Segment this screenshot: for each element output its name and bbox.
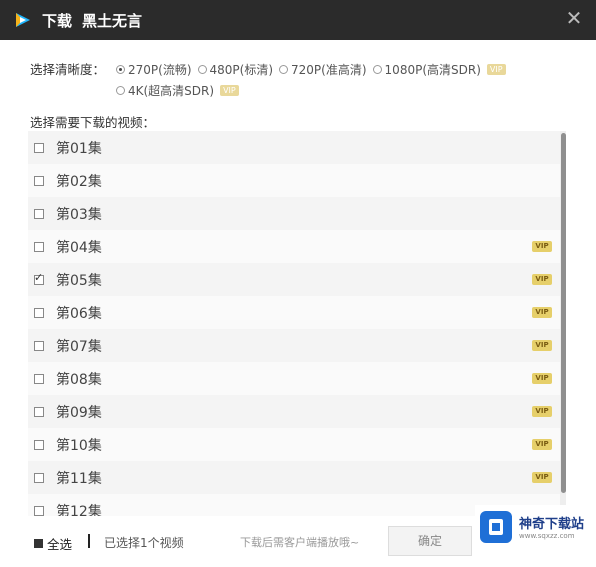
radio-icon xyxy=(279,65,289,74)
footer-divider xyxy=(88,534,90,548)
close-icon[interactable]: ✕ xyxy=(562,6,586,30)
radio-icon xyxy=(197,65,207,74)
episode-checkbox[interactable] xyxy=(34,241,44,252)
vip-badge: VIP xyxy=(532,373,552,384)
quality-option[interactable]: 480P(标清) xyxy=(197,61,274,78)
list-item[interactable]: 第08集 VIP xyxy=(28,362,560,395)
quality-options-row-1: 270P(流畅) 480P(标清) 720P(准高清) 1080P(高清SDR) VIP xyxy=(116,61,512,78)
episode-checkbox[interactable] xyxy=(34,373,44,384)
vip-badge: VIP xyxy=(532,274,552,285)
quality-option-label: 270P(流畅) xyxy=(128,63,192,77)
episode-label: 第10集 xyxy=(56,437,102,454)
radio-icon xyxy=(116,86,125,95)
window-title: 下载 黑土无言 xyxy=(42,10,142,31)
list-item[interactable]: 第04集 VIP xyxy=(28,230,560,263)
quality-label: 选择清晰度： xyxy=(30,62,106,77)
quality-option[interactable]: 4K(超高清SDR) VIP xyxy=(116,82,239,99)
select-all-box-icon xyxy=(34,539,43,548)
vip-badge: VIP xyxy=(532,340,552,351)
episode-checkbox[interactable] xyxy=(34,142,44,153)
list-item[interactable]: 第09集 VIP xyxy=(28,395,560,428)
episode-label: 第03集 xyxy=(56,206,102,223)
radio-icon xyxy=(116,65,125,74)
title-bar: 下载 黑土无言 ✕ xyxy=(0,0,596,40)
quality-option-label: 480P(标清) xyxy=(209,63,274,77)
list-item[interactable]: 第03集 xyxy=(28,197,560,230)
episode-label: 第11集 xyxy=(56,470,102,487)
window-title-prefix: 下载 xyxy=(42,12,73,30)
confirm-button[interactable]: 确定 xyxy=(388,526,472,556)
list-item[interactable]: 第11集 VIP xyxy=(28,461,560,494)
quality-option[interactable]: 720P(准高清) xyxy=(279,61,367,78)
list-item[interactable]: 第06集 VIP xyxy=(28,296,560,329)
site-logo-icon xyxy=(480,511,512,543)
watermark: 神奇下载站 www.sqxzz.com xyxy=(475,505,591,549)
episode-label: 第09集 xyxy=(56,404,102,421)
quality-options-row-2: 4K(超高清SDR) VIP xyxy=(116,82,245,99)
episode-label: 第07集 xyxy=(56,338,102,355)
episode-list: 第01集第02集第03集第04集 VIP 第05集 VIP 第06集 VIP 第07集 VIP… xyxy=(28,131,560,516)
quality-option-label: 4K(超高清SDR) xyxy=(128,84,215,98)
vip-badge: VIP xyxy=(532,241,552,252)
episode-checkbox[interactable] xyxy=(34,208,44,219)
radio-icon xyxy=(372,65,382,74)
vip-badge: VIP xyxy=(532,406,552,417)
scrollbar-thumb[interactable] xyxy=(561,133,566,493)
episode-checkbox[interactable] xyxy=(34,439,44,450)
site-name: 神奇下载站 xyxy=(519,517,585,532)
list-item[interactable]: 第10集 VIP xyxy=(28,428,560,461)
quality-option[interactable]: 1080P(高清SDR) VIP xyxy=(372,61,506,78)
vip-badge: VIP xyxy=(532,472,552,483)
episode-checkbox[interactable] xyxy=(34,307,44,318)
episode-label: 第08集 xyxy=(56,371,102,388)
episode-checkbox[interactable] xyxy=(34,340,44,351)
episode-label: 第06集 xyxy=(56,305,102,322)
episode-label: 第04集 xyxy=(56,239,102,256)
vip-badge: VIP xyxy=(486,64,506,75)
episode-checkbox[interactable] xyxy=(34,406,44,417)
vip-badge: VIP xyxy=(532,439,552,450)
episode-label: 第12集 xyxy=(56,503,102,517)
select-all-checkbox[interactable]: 全选 xyxy=(34,534,72,553)
list-item[interactable]: 第07集 VIP xyxy=(28,329,560,362)
vip-badge: VIP xyxy=(220,85,239,96)
quality-option-label: 1080P(高清SDR) xyxy=(384,63,481,77)
show-name: 黑土无言 xyxy=(82,12,143,30)
tencent-video-logo-icon xyxy=(16,13,30,27)
list-item[interactable]: 第05集 VIP xyxy=(28,263,560,296)
vip-badge: VIP xyxy=(532,307,552,318)
episode-checkbox[interactable] xyxy=(34,175,44,186)
episode-label: 第02集 xyxy=(56,173,102,190)
episode-checkbox[interactable] xyxy=(34,472,44,483)
episode-label: 第05集 xyxy=(56,272,102,289)
video-list-label: 选择需要下载的视频： xyxy=(30,115,156,130)
site-url: www.sqxzz.com xyxy=(519,532,575,540)
list-item[interactable]: 第01集 xyxy=(28,131,560,164)
episode-label: 第01集 xyxy=(56,140,102,157)
selected-count: 已选择1个视频 xyxy=(104,536,184,550)
list-item[interactable]: 第02集 xyxy=(28,164,560,197)
episode-checkbox[interactable] xyxy=(34,505,44,516)
quality-option[interactable]: 270P(流畅) xyxy=(116,61,192,78)
select-all-label: 全选 xyxy=(47,537,73,552)
download-hint: 下载后需客户端播放哦~ xyxy=(240,536,360,549)
episode-checkbox[interactable] xyxy=(34,271,44,285)
quality-option-label: 720P(准高清) xyxy=(291,63,367,77)
